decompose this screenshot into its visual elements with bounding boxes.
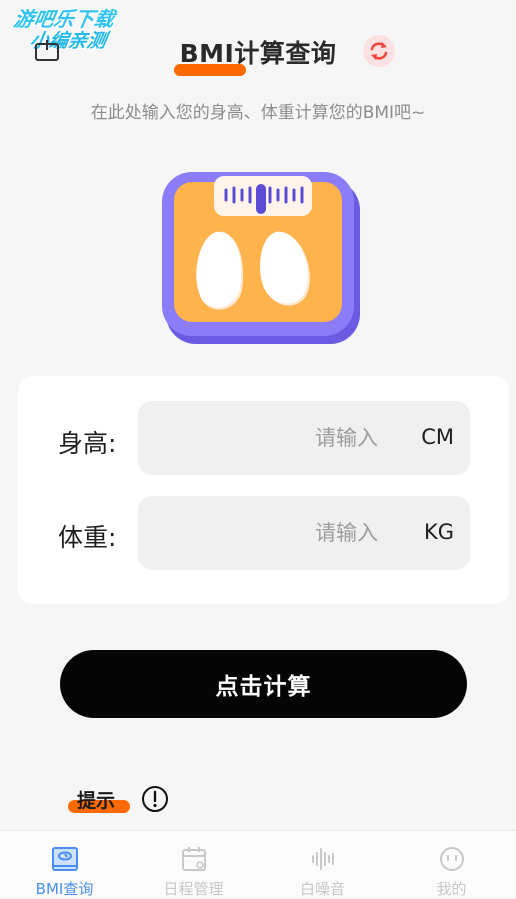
input-card: 身高: CM 体重: KG: [18, 376, 509, 604]
tab-bmi[interactable]: BMI查询: [0, 831, 129, 898]
page-title: BMI计算查询: [179, 39, 337, 68]
height-field[interactable]: CM: [138, 401, 470, 475]
header: BMI计算查询: [0, 34, 516, 76]
bottom-tab-bar: BMI查询 日程管理 白噪音 我的: [0, 830, 516, 898]
weight-unit: KG: [423, 520, 454, 544]
height-label: 身高:: [58, 429, 117, 458]
tab-schedule[interactable]: 日程管理: [129, 831, 258, 898]
page-title-wrap: BMI计算查询: [173, 34, 337, 76]
refresh-icon: [370, 42, 388, 60]
calendar-icon: [181, 847, 206, 871]
bathroom-scale-illustration: [162, 172, 360, 344]
tip-section: 提示: [68, 786, 130, 813]
height-unit: CM: [421, 425, 454, 449]
smiley-icon: [439, 847, 464, 871]
watermark-line1: 游吧乐下载: [11, 7, 117, 31]
subtitle: 在此处输入您的身高、体重计算您的BMI吧~: [90, 103, 426, 123]
weight-field[interactable]: KG: [138, 496, 470, 570]
info-icon[interactable]: [141, 785, 169, 813]
refresh-button[interactable]: [363, 35, 395, 67]
scale-icon: [51, 847, 78, 871]
weight-input[interactable]: [138, 496, 378, 570]
height-input[interactable]: [138, 401, 378, 475]
tab-white-noise[interactable]: 白噪音: [258, 831, 387, 898]
tab-mine[interactable]: 我的: [387, 831, 516, 898]
sound-wave-icon: [311, 848, 334, 870]
tip-label: 提示: [77, 790, 116, 812]
calculate-button[interactable]: 点击计算: [60, 650, 467, 718]
weight-label: 体重:: [58, 523, 117, 552]
